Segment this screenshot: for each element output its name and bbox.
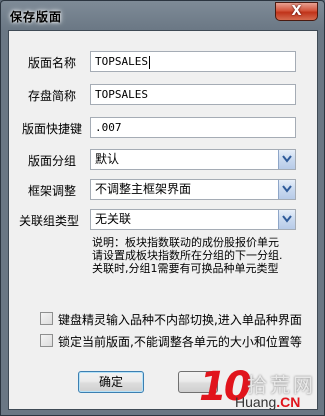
save-short-name-value: TOPSALES [95, 88, 148, 101]
layout-group-select[interactable]: 默认 [90, 149, 296, 170]
keyboard-wizard-checkbox[interactable] [40, 312, 53, 325]
lock-layout-label: 锁定当前版面,不能调整各单元的大小和位置等 [58, 335, 302, 349]
layout-name-input[interactable]: TOPSALES [90, 51, 296, 72]
watermark-url-suffix: .CN [276, 394, 301, 410]
site-watermark: 10 拾荒网 Huang.CN [199, 366, 323, 414]
keyboard-wizard-label: 键盘精灵输入品种不内部切换,进入单品种界面 [58, 313, 302, 327]
frame-adjust-select[interactable]: 不调整主框架界面 [90, 179, 296, 200]
lock-layout-checkbox[interactable] [40, 334, 53, 347]
layout-shortcut-input[interactable]: .007 [90, 117, 296, 138]
layout-group-dropdown-button[interactable] [278, 150, 295, 169]
save-short-name-input[interactable]: TOPSALES [90, 84, 296, 105]
watermark-url-prefix: Huang [235, 394, 277, 410]
frame-adjust-label: 框架调整 [28, 184, 77, 198]
layout-group-label: 版面分组 [28, 154, 77, 168]
link-group-type-label: 关联组类型 [19, 214, 80, 228]
chevron-down-icon [282, 215, 292, 223]
layout-shortcut-label: 版面快捷键 [22, 122, 83, 136]
close-icon: X [291, 4, 302, 19]
save-layout-dialog: 保存版面 X 版面名称 TOPSALES 存盘简称 TOPSALES 版面快捷键… [0, 0, 325, 416]
link-group-type-dropdown-button[interactable] [278, 210, 295, 229]
dialog-title: 保存版面 [10, 10, 63, 24]
layout-name-label: 版面名称 [28, 56, 77, 70]
layout-group-value: 默认 [95, 152, 120, 166]
note-line-1: 说明：板块指数联动的成份股报价单元 [92, 236, 279, 249]
link-group-type-value: 无关联 [95, 212, 132, 226]
ok-button[interactable]: 确定 [78, 371, 144, 393]
close-button[interactable]: X [275, 2, 318, 21]
note-line-2: 请设置成板块指数所在分组的下一分组. [92, 249, 283, 262]
frame-adjust-value: 不调整主框架界面 [95, 182, 192, 196]
layout-shortcut-value: .007 [95, 121, 122, 134]
frame-adjust-dropdown-button[interactable] [278, 180, 295, 199]
title-bar[interactable]: 保存版面 X [1, 1, 324, 31]
layout-name-value: TOPSALES [95, 55, 148, 68]
save-short-name-label: 存盘简称 [28, 89, 77, 103]
watermark-url: Huang.CN [235, 394, 300, 410]
text-cursor [148, 55, 150, 69]
dialog-body: 版面名称 TOPSALES 存盘简称 TOPSALES 版面快捷键 .007 版… [8, 30, 318, 410]
link-group-type-select[interactable]: 无关联 [90, 209, 296, 230]
chevron-down-icon [282, 185, 292, 193]
note-line-3: 关联时,分组1需要有可换品种单元类型 [92, 262, 279, 275]
chevron-down-icon [282, 155, 292, 163]
